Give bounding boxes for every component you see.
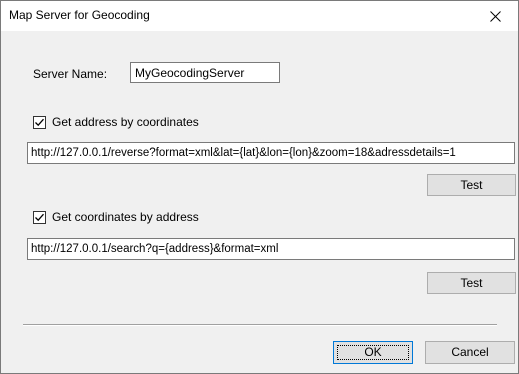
forward-geocoding-checkbox[interactable] — [33, 211, 46, 224]
reverse-geocoding-checkbox[interactable] — [33, 116, 46, 129]
ok-button[interactable]: OK — [333, 341, 413, 364]
reverse-geocoding-url-input[interactable] — [27, 142, 515, 164]
close-icon — [490, 11, 501, 22]
ok-button-label: OK — [364, 345, 382, 359]
geocoding-dialog: Map Server for Geocoding Server Name: Ge… — [0, 0, 519, 374]
forward-geocoding-url-input[interactable] — [27, 238, 515, 260]
title-bar[interactable]: Map Server for Geocoding — [1, 1, 518, 31]
reverse-geocoding-checkbox-row[interactable]: Get address by coordinates — [33, 115, 253, 131]
checkmark-icon — [35, 118, 44, 127]
dialog-title: Map Server for Geocoding — [9, 8, 150, 22]
forward-test-button-label: Test — [460, 276, 483, 290]
forward-geocoding-checkbox-row[interactable]: Get coordinates by address — [33, 210, 253, 226]
reverse-test-button[interactable]: Test — [427, 174, 516, 196]
server-name-input[interactable] — [130, 62, 280, 83]
reverse-test-button-label: Test — [460, 178, 483, 192]
cancel-button-label: Cancel — [451, 345, 489, 359]
cancel-button[interactable]: Cancel — [425, 341, 515, 364]
checkmark-icon — [35, 213, 44, 222]
forward-test-button[interactable]: Test — [427, 272, 516, 294]
footer-separator — [23, 324, 497, 326]
close-button[interactable] — [472, 1, 518, 31]
forward-geocoding-label: Get coordinates by address — [52, 210, 199, 224]
server-name-label: Server Name: — [33, 67, 108, 81]
reverse-geocoding-label: Get address by coordinates — [52, 115, 199, 129]
